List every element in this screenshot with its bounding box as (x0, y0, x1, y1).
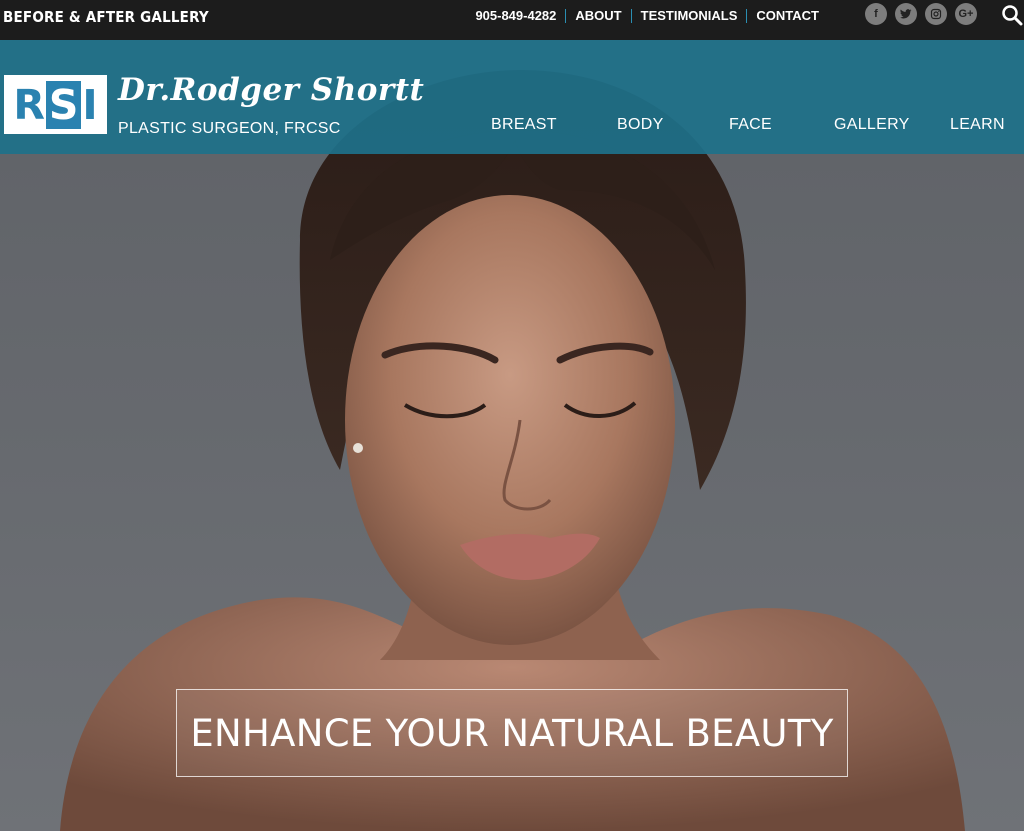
about-link[interactable]: ABOUT (566, 9, 630, 23)
nav-learn[interactable]: LEARN (950, 116, 1005, 134)
rsi-logo[interactable]: R S I (4, 75, 107, 134)
logo-letter: I (82, 80, 98, 129)
testimonials-link[interactable]: TESTIMONIALS (632, 9, 747, 23)
hero-tagline-box: ENHANCE YOUR NATURAL BEAUTY (176, 689, 848, 777)
nav-breast[interactable]: BREAST (491, 116, 557, 134)
top-utility-bar: BEFORE & AFTER GALLERY 905-849-4282 ABOU… (0, 0, 1024, 40)
nav-face[interactable]: FACE (729, 116, 772, 134)
facebook-icon[interactable]: f (865, 3, 887, 25)
search-icon[interactable] (1001, 4, 1023, 26)
top-links: 905-849-4282 ABOUT TESTIMONIALS CONTACT (466, 0, 828, 32)
surgeon-title: PLASTIC SURGEON, FRCSC (118, 120, 341, 137)
nav-gallery[interactable]: GALLERY (834, 116, 910, 134)
nav-body[interactable]: BODY (617, 116, 664, 134)
logo-letter: R (13, 80, 45, 129)
surgeon-name[interactable]: Dr.Rodger Shortt (118, 72, 424, 108)
twitter-icon[interactable] (895, 3, 917, 25)
google-plus-icon[interactable]: G+ (955, 3, 977, 25)
hero-tagline: ENHANCE YOUR NATURAL BEAUTY (190, 711, 834, 755)
phone-number[interactable]: 905-849-4282 (466, 9, 565, 23)
social-links: f G+ (865, 3, 977, 25)
contact-link[interactable]: CONTACT (747, 9, 828, 23)
instagram-icon[interactable] (925, 3, 947, 25)
site-header: R S I Dr.Rodger Shortt PLASTIC SURGEON, … (0, 40, 1024, 154)
before-after-gallery-link[interactable]: BEFORE & AFTER GALLERY (3, 8, 209, 26)
logo-letter: S (45, 80, 82, 129)
